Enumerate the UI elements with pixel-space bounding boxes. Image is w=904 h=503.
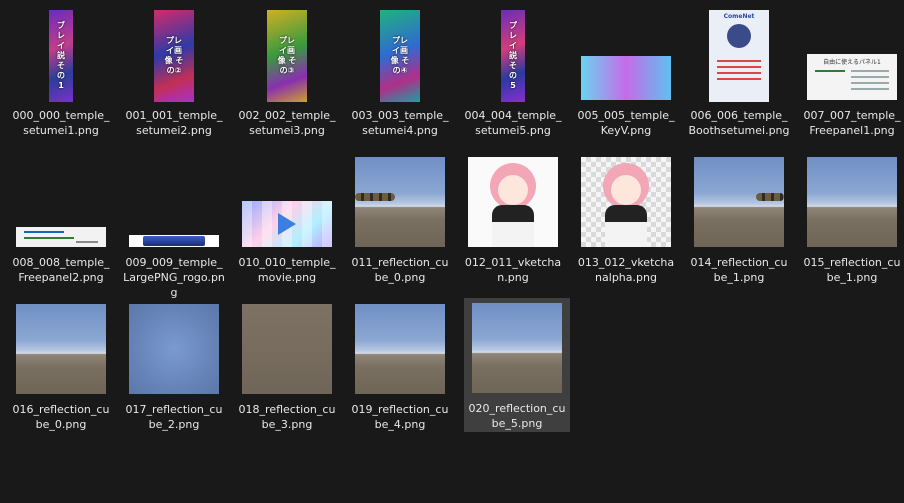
thumbnail-area xyxy=(121,302,227,398)
file-name: 011_reflection_cube_0.png xyxy=(351,256,449,284)
thumbnail-area xyxy=(573,155,679,251)
thumbnail-area xyxy=(460,155,566,251)
thumbnail-image: プレイ画像 その④ xyxy=(380,10,420,102)
thumbnail-area: ブレイ説 その1 xyxy=(8,8,114,104)
file-tile-selected[interactable]: 020_reflection_cube_5.png xyxy=(464,298,570,432)
file-name: 018_reflection_cube_3.png xyxy=(238,403,336,431)
thumbnail-area: プレイ画像 その③ xyxy=(234,8,340,104)
logo xyxy=(143,236,205,246)
thumbnail-text: ComeNet xyxy=(723,13,755,20)
thumbnail-area: プレイ画像 その② xyxy=(121,8,227,104)
thumbnail-image xyxy=(355,157,445,247)
file-name: 002_002_temple_setumei3.png xyxy=(238,109,336,137)
thumbnail-image xyxy=(242,304,332,394)
thumbnail-area: プレイ説 その5 xyxy=(460,8,566,104)
thumbnail-area xyxy=(121,155,227,251)
file-tile[interactable]: 011_reflection_cube_0.png xyxy=(347,152,453,286)
file-tile[interactable]: プレイ画像 その③ 002_002_temple_setumei3.png xyxy=(234,5,340,139)
file-name: 017_reflection_cube_2.png xyxy=(125,403,223,431)
thumbnail-image xyxy=(581,157,671,247)
file-name: 010_010_temple_movie.png xyxy=(238,256,336,284)
file-name: 015_reflection_cube_1.png xyxy=(803,256,901,284)
file-tile[interactable]: 015_reflection_cube_1.png xyxy=(799,152,904,286)
thumbnail-area: プレイ画像 その④ xyxy=(347,8,453,104)
thumbnail-text: プレイ説 その5 xyxy=(509,21,517,90)
file-tile[interactable]: 005_005_temple_KeyV.png xyxy=(573,5,679,139)
thumbnail-area: ComeNet xyxy=(686,8,792,104)
thumbnail-image: プレイ画像 その② xyxy=(154,10,194,102)
thumbnail-area xyxy=(573,8,679,104)
thumbnail-image xyxy=(468,157,558,247)
file-name: 005_005_temple_KeyV.png xyxy=(577,109,675,137)
thumbnail-area xyxy=(8,302,114,398)
file-tile[interactable]: 自由に使えるパネル1 007_007_temple_Freepanel1.png xyxy=(799,5,904,139)
thumbnail-text: プレイ画像 その③ xyxy=(277,36,297,75)
file-tile[interactable]: 018_reflection_cube_3.png xyxy=(234,299,340,433)
thumbnail-image xyxy=(355,304,445,394)
thumbnail-image xyxy=(242,201,332,247)
file-name: 009_009_temple_LargePNG_rogo.png xyxy=(123,256,225,299)
file-tile[interactable]: 008_008_temple_Freepanel2.png xyxy=(8,152,114,286)
file-name: 016_reflection_cube_0.png xyxy=(12,403,110,431)
file-name: 006_006_temple_Boothsetumei.png xyxy=(688,109,790,137)
thumbnail-area xyxy=(799,155,904,251)
thumbnail-area xyxy=(234,155,340,251)
thumbnail-image xyxy=(129,235,219,247)
thumbnail-image xyxy=(129,304,219,394)
file-tile[interactable]: 019_reflection_cube_4.png xyxy=(347,299,453,433)
thumbnail-image xyxy=(694,157,784,247)
file-name: 014_reflection_cube_1.png xyxy=(690,256,788,284)
file-name: 012_011_vketchan.png xyxy=(464,256,562,284)
file-tile[interactable]: プレイ画像 その④ 003_003_temple_setumei4.png xyxy=(347,5,453,139)
file-tile[interactable]: 014_reflection_cube_1.png xyxy=(686,152,792,286)
file-tile[interactable]: 010_010_temple_movie.png xyxy=(234,152,340,286)
thumbnail-image: プレイ画像 その③ xyxy=(267,10,307,102)
thumbnail-area xyxy=(234,302,340,398)
thumbnail-image: ComeNet xyxy=(709,10,769,102)
file-tile[interactable]: 013_012_vketchanalpha.png xyxy=(573,152,679,286)
file-name: 019_reflection_cube_4.png xyxy=(351,403,449,431)
thumbnail-image xyxy=(807,157,897,247)
thumbnail-area xyxy=(347,155,453,251)
thumbnail-image xyxy=(16,227,106,247)
thumbnail-image: 自由に使えるパネル1 xyxy=(807,54,897,100)
file-name: 003_003_temple_setumei4.png xyxy=(351,109,449,137)
file-tile[interactable]: 017_reflection_cube_2.png xyxy=(121,299,227,433)
play-icon xyxy=(278,213,296,235)
thumbnail-image xyxy=(581,56,671,100)
file-tile[interactable]: プレイ画像 その② 001_001_temple_setumei2.png xyxy=(121,5,227,139)
file-name: 008_008_temple_Freepanel2.png xyxy=(12,256,110,284)
file-name: 001_001_temple_setumei2.png xyxy=(125,109,223,137)
thumbnail-area xyxy=(686,155,792,251)
thumbnail-text: プレイ画像 その② xyxy=(164,36,184,75)
file-name: 020_reflection_cube_5.png xyxy=(468,402,566,430)
thumbnail-area xyxy=(347,302,453,398)
thumbnail-image: プレイ説 その5 xyxy=(501,10,525,102)
file-name: 007_007_temple_Freepanel1.png xyxy=(803,109,901,137)
thumbnail-area xyxy=(8,155,114,251)
thumbnail-area xyxy=(464,301,570,397)
thumbnail-image: ブレイ説 その1 xyxy=(49,10,73,102)
file-tile[interactable]: 012_011_vketchan.png xyxy=(460,152,566,286)
thumbnail-image xyxy=(16,304,106,394)
thumbnail-text: 自由に使えるパネル1 xyxy=(823,59,881,66)
thumbnail-text: プレイ画像 その④ xyxy=(390,36,410,75)
thumbnail-area: 自由に使えるパネル1 xyxy=(799,8,904,104)
file-tile[interactable]: 009_009_temple_LargePNG_rogo.png xyxy=(121,152,227,299)
file-tile[interactable]: 016_reflection_cube_0.png xyxy=(8,299,114,433)
file-name: 004_004_temple_setumei5.png xyxy=(464,109,562,137)
thumbnail-image xyxy=(472,303,562,393)
file-grid: ブレイ説 その1 000_000_temple_setumei1.png プレイ… xyxy=(0,0,904,503)
file-name: 013_012_vketchanalpha.png xyxy=(577,256,675,284)
file-tile[interactable]: ComeNet 006_006_temple_Boothsetumei.png xyxy=(686,5,792,139)
file-tile[interactable]: プレイ説 その5 004_004_temple_setumei5.png xyxy=(460,5,566,139)
thumbnail-text: ブレイ説 その1 xyxy=(57,21,65,90)
avatar xyxy=(727,24,751,48)
file-tile[interactable]: ブレイ説 その1 000_000_temple_setumei1.png xyxy=(8,5,114,139)
file-name: 000_000_temple_setumei1.png xyxy=(12,109,110,137)
